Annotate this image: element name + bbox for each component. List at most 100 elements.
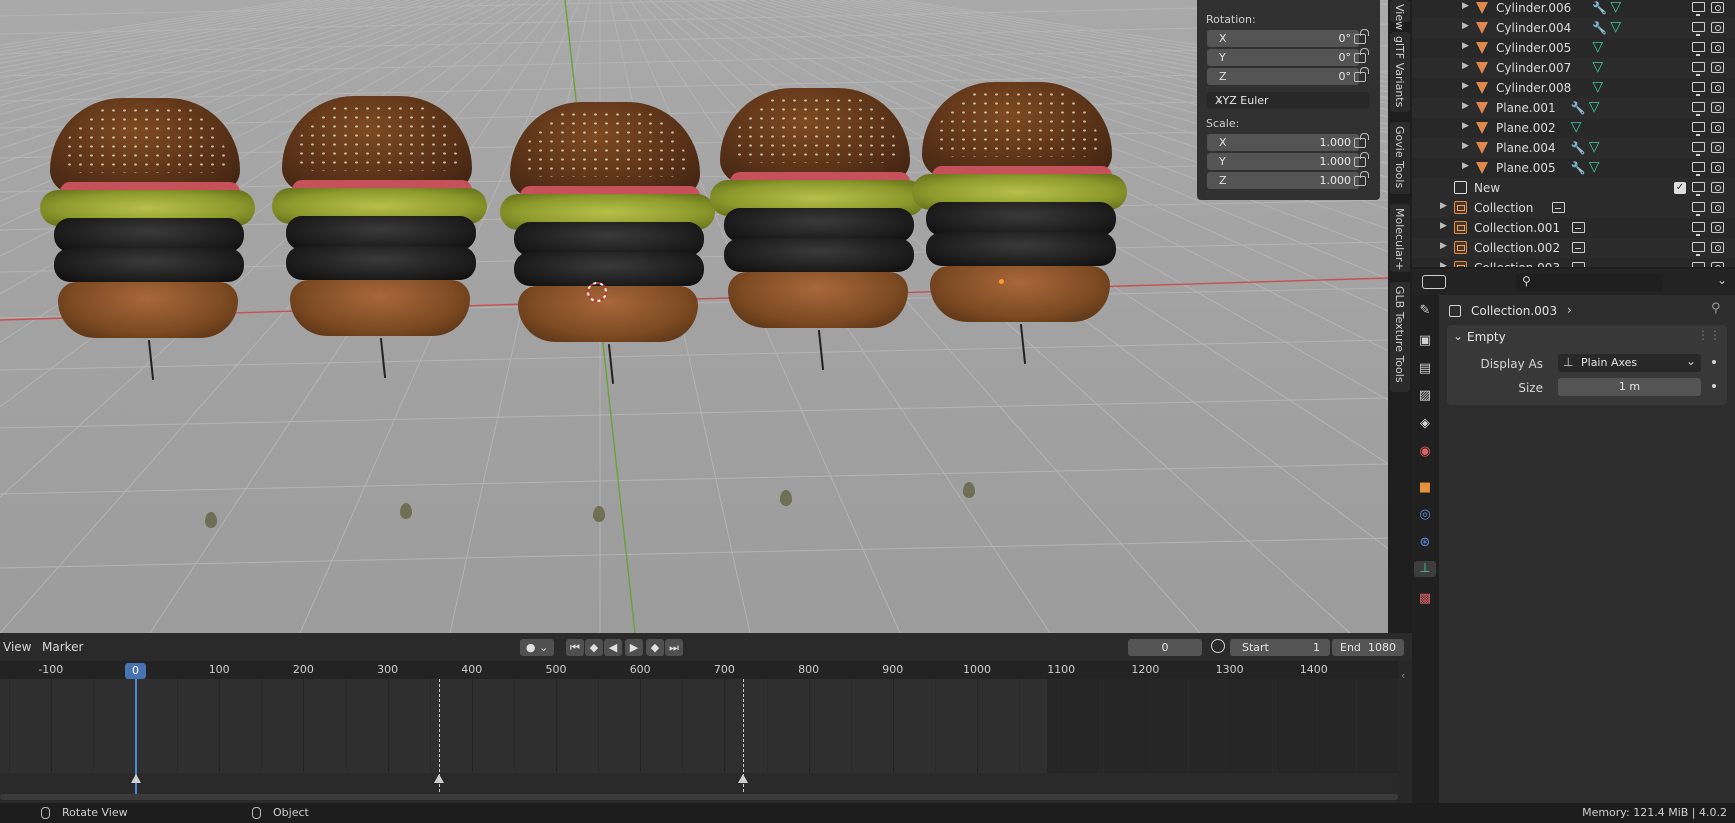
render-visibility-icon[interactable] [1711, 242, 1724, 253]
editor-type-icon[interactable] [1422, 275, 1446, 289]
view-layer-icon[interactable]: ▨ [1417, 388, 1433, 404]
viewport-visibility-icon[interactable] [1692, 222, 1705, 236]
mesh-data-icon[interactable]: ▽ [1592, 60, 1603, 74]
timeline-scrollbar[interactable] [0, 794, 1398, 800]
outliner-row[interactable]: ▶ Plane.004 🔧 ▽ [1412, 138, 1735, 158]
lock-icon[interactable] [1354, 133, 1369, 148]
expand-arrow-icon[interactable]: ▶ [1440, 221, 1447, 231]
mesh-data-icon[interactable]: ▽ [1589, 160, 1600, 174]
viewport-visibility-icon[interactable] [1692, 62, 1705, 76]
burger-object-5[interactable] [912, 82, 1132, 364]
mesh-data-icon[interactable]: ▽ [1592, 80, 1603, 94]
collection-instance-icon[interactable] [1572, 222, 1585, 233]
viewport-visibility-icon[interactable] [1692, 182, 1705, 196]
render-icon[interactable]: ▣ [1417, 333, 1433, 349]
pin-icon[interactable]: ⚲ [1711, 301, 1721, 316]
render-visibility-icon[interactable] [1711, 22, 1724, 33]
prev-keyframe-icon[interactable]: ◆ [585, 639, 603, 656]
drop-object[interactable] [963, 482, 975, 498]
drop-object[interactable] [400, 503, 412, 519]
lock-icon[interactable] [1354, 67, 1369, 82]
expand-arrow-icon[interactable]: ▶ [1440, 261, 1447, 267]
render-visibility-icon[interactable] [1711, 182, 1724, 193]
render-visibility-icon[interactable] [1711, 122, 1724, 133]
size-field[interactable]: 1 m [1558, 378, 1701, 396]
outliner-row[interactable]: ▶ Plane.002 ▽ [1412, 118, 1735, 138]
marker-icon[interactable] [131, 774, 141, 783]
outliner-row[interactable]: ▶ Plane.001 🔧 ▽ [1412, 98, 1735, 118]
viewport-visibility-icon[interactable] [1692, 262, 1705, 267]
scene-icon[interactable]: ◈ [1417, 416, 1433, 432]
lock-icon[interactable] [1354, 29, 1369, 44]
collection-instance-icon[interactable] [1552, 202, 1565, 213]
burger-object-1[interactable] [40, 98, 260, 380]
drop-object[interactable] [205, 512, 217, 528]
render-visibility-icon[interactable] [1711, 262, 1724, 267]
burger-object-3[interactable] [500, 102, 720, 384]
expand-arrow-icon[interactable]: ▶ [1440, 201, 1447, 211]
chevron-down-icon[interactable]: ⌄ [1717, 273, 1727, 287]
expand-arrow-icon[interactable]: ▶ [1462, 1, 1469, 11]
outliner-row[interactable]: ▶ Cylinder.006 🔧 ▽ [1412, 0, 1735, 18]
current-frame-field[interactable]: 0 [1128, 639, 1202, 656]
render-visibility-icon[interactable] [1711, 202, 1724, 213]
object-icon[interactable]: ■ [1417, 480, 1433, 496]
viewport-visibility-icon[interactable] [1692, 122, 1705, 136]
jump-end-icon[interactable]: ⏭ [665, 639, 683, 656]
menu-marker[interactable]: Marker [42, 640, 83, 654]
expand-arrow-icon[interactable]: ▶ [1462, 121, 1469, 131]
keyframe-dot-icon[interactable] [1712, 384, 1716, 388]
outliner-row[interactable]: ▶ Cylinder.008 ▽ [1412, 78, 1735, 98]
outliner-row[interactable]: ▶ Collection.002 [1412, 238, 1735, 258]
mesh-data-icon[interactable]: ▽ [1589, 100, 1600, 114]
modifier-wrench-icon[interactable]: 🔧 [1571, 162, 1586, 174]
viewport-visibility-icon[interactable] [1692, 22, 1705, 36]
expand-arrow-icon[interactable]: ▶ [1462, 101, 1469, 111]
drop-object[interactable] [780, 490, 792, 506]
render-visibility-icon[interactable] [1711, 222, 1724, 233]
render-visibility-icon[interactable] [1711, 62, 1724, 73]
constraints-icon[interactable]: ⊛ [1417, 535, 1433, 551]
world-icon[interactable]: ◉ [1417, 444, 1433, 460]
marker-icon[interactable] [738, 774, 748, 783]
outliner-row[interactable]: ▶ Cylinder.007 ▽ [1412, 58, 1735, 78]
drop-object[interactable] [593, 506, 605, 522]
viewport-visibility-icon[interactable] [1692, 142, 1705, 156]
play-icon[interactable]: ▶ [625, 639, 643, 656]
modifier-wrench-icon[interactable]: 🔧 [1571, 142, 1586, 154]
stopwatch-icon[interactable] [1211, 639, 1225, 653]
render-visibility-icon[interactable] [1711, 42, 1724, 53]
mesh-data-icon[interactable]: ▽ [1610, 0, 1621, 14]
panel-grip-icon[interactable]: ⋮⋮ [1697, 328, 1721, 342]
modifier-wrench-icon[interactable]: 🔧 [1592, 22, 1607, 34]
outliner-row[interactable]: ▶ Collection [1412, 198, 1735, 218]
lock-icon[interactable] [1354, 48, 1369, 63]
tab-gltf-variants[interactable]: glTF Variants [1390, 32, 1410, 112]
menu-view[interactable]: View [3, 640, 31, 654]
scale-y-field[interactable]: Y 1.000 [1207, 153, 1359, 170]
jump-start-icon[interactable]: ⏮ [566, 639, 584, 656]
render-visibility-icon[interactable] [1711, 82, 1724, 93]
rotation-mode-select[interactable]: XYZ Euler ⌄ [1207, 92, 1369, 109]
play-reverse-icon[interactable]: ◀ [604, 639, 622, 656]
modifier-wrench-icon[interactable]: 🔧 [1571, 102, 1586, 114]
lock-icon[interactable] [1354, 171, 1369, 186]
end-frame-field[interactable]: End 1080 [1332, 639, 1404, 656]
scale-z-field[interactable]: Z 1.000 [1207, 172, 1359, 189]
tab-glb-texture-tools[interactable]: GLB Texture Tools [1390, 282, 1410, 392]
outliner-row[interactable]: New [1412, 178, 1735, 198]
expand-arrow-icon[interactable]: ▶ [1462, 161, 1469, 171]
render-visibility-icon[interactable] [1711, 142, 1724, 153]
3d-viewport[interactable]: Rotation: X 0° Y 0° Z 0° XYZ Euler ⌄ Scale: … [0, 0, 1388, 633]
keying-button[interactable]: ● ⌄ [520, 639, 554, 656]
mesh-data-icon[interactable]: ▽ [1610, 20, 1621, 34]
playhead-frame-badge[interactable]: 0 [125, 663, 146, 679]
modifier-wrench-icon[interactable]: 🔧 [1592, 2, 1607, 14]
burger-object-2[interactable] [272, 96, 492, 378]
viewport-visibility-icon[interactable] [1692, 82, 1705, 96]
tab-govie-tools[interactable]: Govie Tools [1390, 122, 1410, 194]
expand-arrow-icon[interactable]: ▶ [1462, 81, 1469, 91]
expand-arrow-icon[interactable]: ▶ [1440, 241, 1447, 251]
outliner-row[interactable]: ▶ Cylinder.004 🔧 ▽ [1412, 18, 1735, 38]
viewport-visibility-icon[interactable] [1692, 2, 1705, 16]
